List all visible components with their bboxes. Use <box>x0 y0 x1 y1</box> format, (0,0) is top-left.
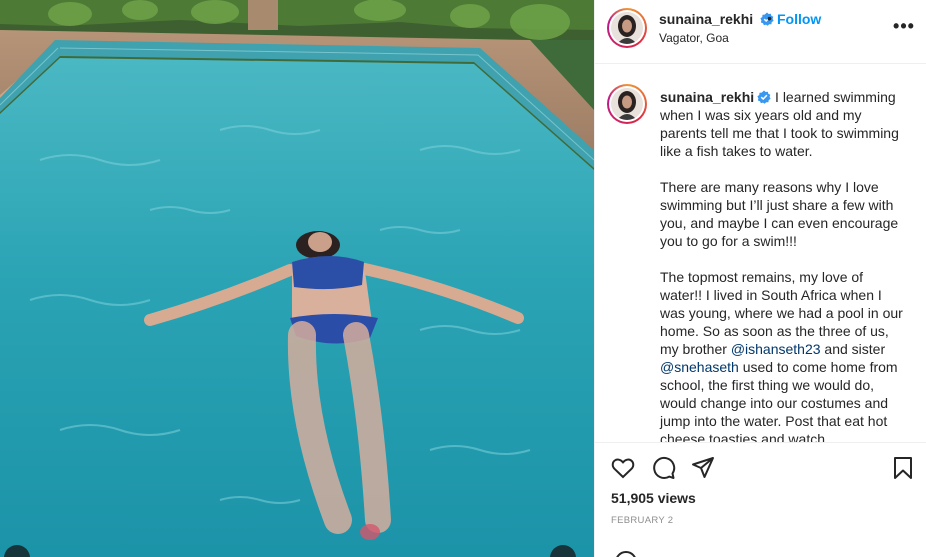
paper-plane-icon <box>692 457 714 478</box>
emoji-icon[interactable] <box>615 551 637 557</box>
caption-paragraph-1: sunaina_rekhi I learned swimming when I … <box>660 88 905 160</box>
mention-link[interactable]: @snehaseth <box>660 359 739 375</box>
post-date[interactable]: FEBRUARY 2 <box>611 515 673 526</box>
caption-avatar[interactable] <box>607 84 647 124</box>
verified-badge-icon <box>757 90 771 104</box>
post-details-panel: sunaina_rekhi • Follow Vagator, Goa ••• … <box>594 0 926 557</box>
post-author[interactable]: sunaina_rekhi <box>659 11 774 27</box>
bookmark-icon <box>894 457 912 479</box>
share-button[interactable] <box>690 455 716 481</box>
avatar[interactable] <box>607 8 647 48</box>
caption-text: and sister <box>820 341 886 357</box>
comment-button[interactable] <box>650 455 676 481</box>
view-count[interactable]: 51,905 views <box>611 490 696 506</box>
save-button[interactable] <box>890 455 916 481</box>
caption-username[interactable]: sunaina_rekhi <box>660 89 754 105</box>
more-options-icon[interactable]: ••• <box>893 16 915 36</box>
caption-paragraph-3: The topmost remains, my love of water!! … <box>660 268 905 442</box>
post-caption: sunaina_rekhi I learned swimming when I … <box>660 88 905 442</box>
post-actions: 51,905 views FEBRUARY 2 <box>595 442 926 557</box>
location-link[interactable]: Vagator, Goa <box>659 31 729 45</box>
username-label[interactable]: sunaina_rekhi <box>659 11 753 27</box>
post-header: sunaina_rekhi • Follow Vagator, Goa ••• <box>595 0 926 64</box>
caption-area: sunaina_rekhi I learned swimming when I … <box>595 64 926 442</box>
caption-paragraph-2: There are many reasons why I love swimmi… <box>660 179 899 249</box>
avatar-photo <box>611 88 643 120</box>
comment-bubble-icon <box>653 457 676 479</box>
post-media[interactable] <box>0 0 594 557</box>
mention-link[interactable]: @ishanseth23 <box>731 341 821 357</box>
pool-photo <box>0 0 594 557</box>
like-button[interactable] <box>610 455 636 481</box>
separator-dot: • <box>767 10 772 26</box>
heart-icon <box>611 458 635 479</box>
follow-button[interactable]: Follow <box>777 11 821 27</box>
avatar-photo <box>611 12 643 44</box>
